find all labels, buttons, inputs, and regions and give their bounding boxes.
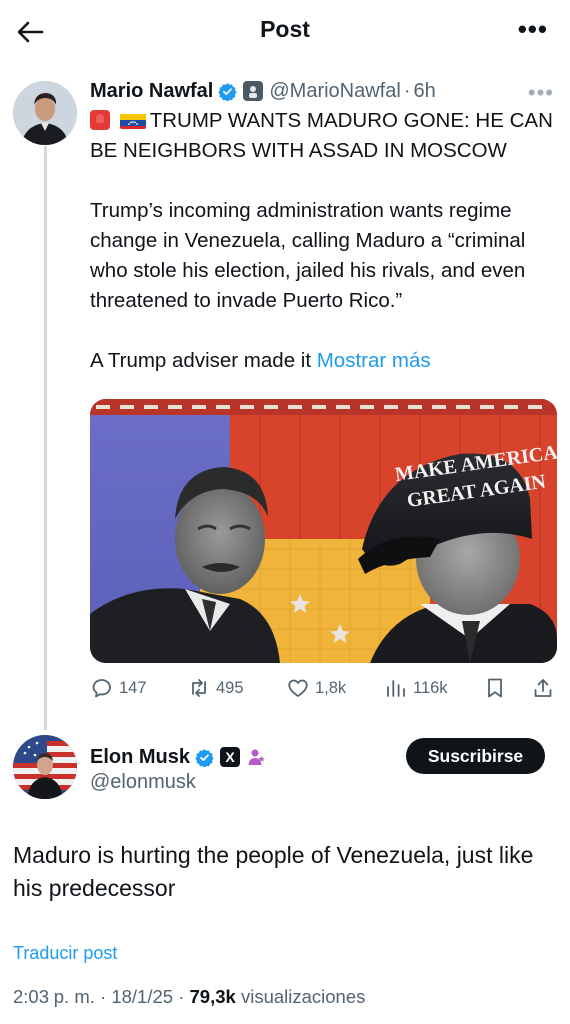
- reply-count: 147: [119, 678, 147, 697]
- repost-button[interactable]: 495: [187, 674, 244, 702]
- separator-dot: ·: [100, 986, 107, 1007]
- views-button[interactable]: 116k: [384, 674, 448, 702]
- share-button[interactable]: [531, 674, 560, 702]
- like-count: 1,8k: [315, 678, 347, 697]
- separator-dot: ·: [403, 79, 411, 102]
- headline-text: TRUMP WANTS MADURO GONE: HE CAN BE NEIGH…: [90, 109, 553, 162]
- tweet2-author-row: Elon Musk X: [90, 744, 266, 770]
- author-name[interactable]: Mario Nawfal: [90, 80, 213, 103]
- tweet1-headline: TRUMP WANTS MADURO GONE: HE CAN BE NEIGH…: [90, 106, 558, 166]
- tweet1-author-row: Mario Nawfal @MarioNawfal · 6h: [90, 78, 436, 104]
- views-count[interactable]: 79,3k: [190, 986, 236, 1007]
- bookmark-button[interactable]: [483, 674, 512, 702]
- verified-badge-icon[interactable]: [218, 82, 238, 101]
- reply-button[interactable]: 147: [90, 674, 147, 702]
- page-title: Post: [260, 16, 310, 42]
- tweet1-paragraph: Trump’s incoming administration wants re…: [90, 199, 526, 312]
- subscribe-button[interactable]: Suscribirse: [406, 738, 545, 774]
- repost-count: 495: [216, 678, 244, 697]
- thread-connector-line: [44, 146, 47, 730]
- author-name[interactable]: Elon Musk: [90, 746, 190, 769]
- share-icon: [534, 679, 552, 697]
- x-affiliate-badge-icon[interactable]: X: [220, 747, 241, 767]
- bookmark-icon: [488, 678, 502, 698]
- subscriber-badge-icon[interactable]: [246, 747, 266, 767]
- separator-dot: ·: [178, 986, 185, 1007]
- tweet1-teaser: A Trump adviser made it Mostrar más: [90, 346, 558, 376]
- tweet1-body: TRUMP WANTS MADURO GONE: HE CAN BE NEIGH…: [90, 106, 558, 376]
- views-label[interactable]: visualizaciones: [241, 986, 365, 1007]
- post-time[interactable]: 6h: [413, 80, 435, 103]
- reply-icon: [92, 679, 111, 698]
- translate-post-link[interactable]: Traducir post: [13, 943, 117, 964]
- post-time[interactable]: 2:03: [13, 986, 49, 1007]
- tweet1-actions: 147 495 1,8k 116k: [90, 674, 558, 702]
- avatar-mario-nawfal[interactable]: [13, 81, 77, 145]
- post-metadata: 2:03 p. m. · 18/1/25 · 79,3k visualizaci…: [13, 986, 365, 1008]
- post-ampm[interactable]: p. m.: [54, 986, 95, 1007]
- author-handle[interactable]: @MarioNawfal: [269, 80, 400, 103]
- avatar-elon-musk[interactable]: [13, 735, 77, 799]
- tweet-more-icon[interactable]: •••: [528, 80, 554, 106]
- show-more-link[interactable]: Mostrar más: [317, 349, 431, 372]
- venezuela-flag-icon: [119, 111, 146, 129]
- views-chart-icon: [387, 680, 405, 697]
- verified-badge-icon[interactable]: [195, 748, 214, 767]
- heart-icon: [288, 679, 308, 697]
- repost-icon: [192, 679, 206, 697]
- teaser-text: A Trump adviser made it: [90, 349, 317, 372]
- post-date[interactable]: 18/1/25: [111, 986, 173, 1007]
- tweet1-image[interactable]: MAKE AMERICA GREAT AGAIN: [90, 399, 557, 663]
- top-bar: Post •••: [0, 0, 570, 62]
- tweet2-text: Maduro is hurting the people of Venezuel…: [13, 842, 534, 901]
- like-button[interactable]: 1,8k: [286, 674, 346, 702]
- views-count: 116k: [413, 678, 448, 697]
- more-horizontal-icon[interactable]: •••: [518, 16, 548, 42]
- siren-emoji-icon: [90, 110, 110, 130]
- author-handle[interactable]: @elonmusk: [90, 771, 196, 794]
- affiliate-badge-icon[interactable]: [243, 81, 264, 101]
